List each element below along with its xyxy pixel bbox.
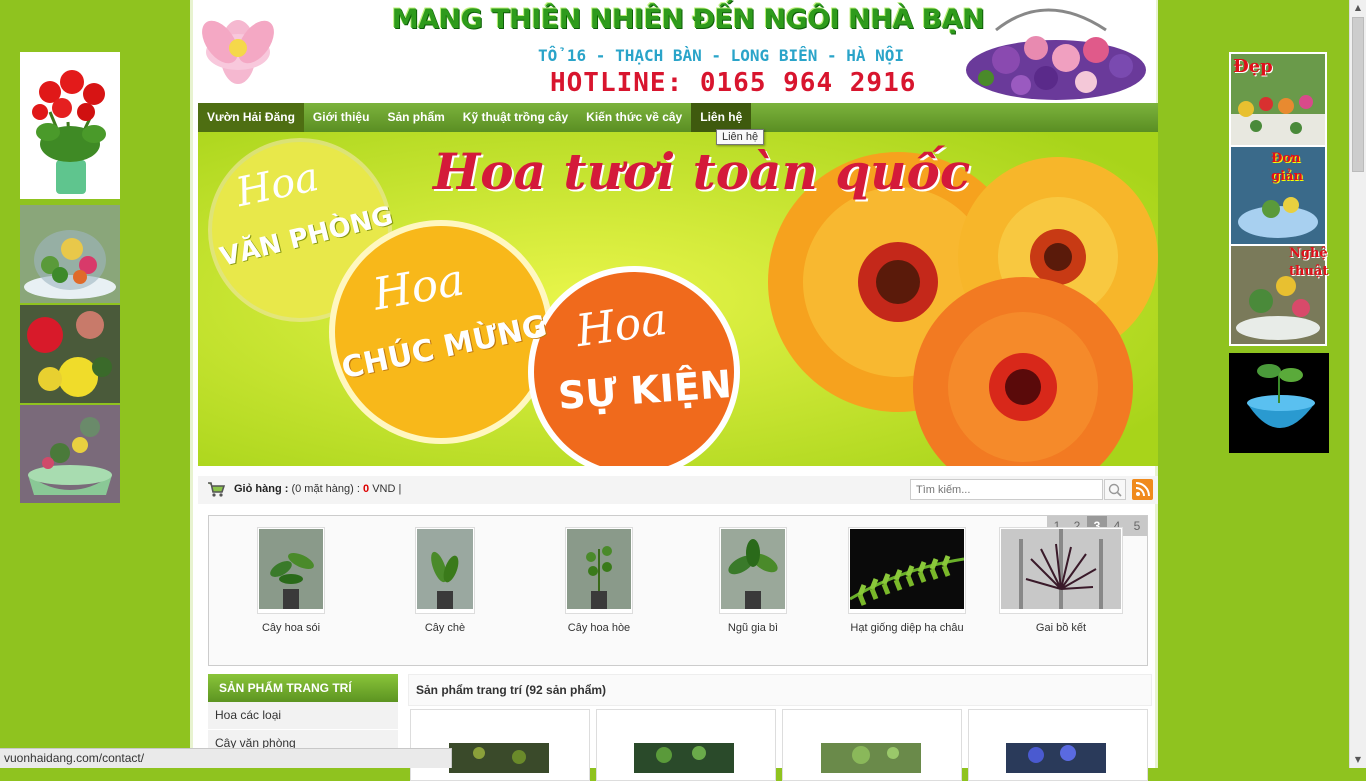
sidebar-item-flowers[interactable]: Hoa các loại <box>208 702 398 730</box>
plant-photo <box>721 529 785 609</box>
nav-plant-knowledge[interactable]: Kiến thức về cây <box>577 103 691 132</box>
scroll-down-arrow-icon[interactable]: ▼ <box>1350 752 1366 768</box>
scroll-up-arrow-icon[interactable]: ▲ <box>1350 0 1366 16</box>
category-sidebar: SẢN PHẨM TRANG TRÍ Hoa các loại Cây văn … <box>208 674 398 758</box>
product-image <box>449 743 549 773</box>
product-thumbnail[interactable] <box>999 527 1123 614</box>
right-ad-nghe-thuat[interactable]: Nghệ thuật <box>1229 246 1329 346</box>
cart-bar: Giỏ hàng : (0 mặt hàng) : 0 VND | <box>198 476 1158 504</box>
right-ad-don-gian[interactable]: Đơn giản <box>1229 147 1327 246</box>
cart-summary[interactable]: Giỏ hàng : (0 mặt hàng) : 0 VND | <box>234 483 401 495</box>
ad-caption-thuat: thuật <box>1289 264 1329 279</box>
site-slogan: MANG THIÊN NHIÊN ĐẾN NGÔI NHÀ BẠN <box>391 4 985 35</box>
browser-status-bar: vuonhaidang.com/contact/ <box>0 748 452 768</box>
product-thumbnail[interactable] <box>415 527 475 614</box>
product-thumbnail[interactable] <box>565 527 633 614</box>
product-image <box>634 743 734 773</box>
scroll-thumb[interactable] <box>1352 17 1364 172</box>
plant-photo <box>259 529 323 609</box>
product-thumbnail[interactable] <box>257 527 325 614</box>
plant-photo <box>567 529 631 609</box>
plant-photo <box>417 529 473 609</box>
ad-caption-dep: Đẹp <box>1233 56 1273 77</box>
nav-products[interactable]: Sản phẩm <box>378 103 453 132</box>
banner-headline: Hoa tươi toàn quốc <box>433 142 971 201</box>
product-name[interactable]: Gai bồ kết <box>986 622 1136 634</box>
plant-photo <box>1001 529 1121 609</box>
cart-amount: 0 <box>363 483 370 495</box>
product-image <box>821 743 921 773</box>
site-header: MANG THIÊN NHIÊN ĐẾN NGÔI NHÀ BẠN TỔ 16 … <box>198 0 1156 103</box>
product-card[interactable] <box>782 709 962 781</box>
ad-caption-don: Đơn <box>1271 151 1301 166</box>
rss-icon <box>1135 482 1150 497</box>
left-ad-geranium[interactable] <box>20 52 120 199</box>
sidebar-title: SẢN PHẨM TRANG TRÍ <box>208 674 398 702</box>
ad-caption-nghe: Nghệ <box>1289 246 1328 261</box>
product-name[interactable]: Hạt giống diệp hạ châu <box>832 622 982 634</box>
left-ad-cactus-3[interactable] <box>20 405 120 503</box>
rss-button[interactable] <box>1132 479 1153 500</box>
carousel-item[interactable]: Ngũ gia bì <box>678 527 828 634</box>
carousel-item[interactable]: Gai bồ kết <box>986 527 1136 634</box>
product-name[interactable]: Ngũ gia bì <box>678 622 828 634</box>
nav-contact[interactable]: Liên hệ <box>691 103 752 132</box>
plant-photo <box>849 529 965 609</box>
product-name[interactable]: Cây hoa hòe <box>524 622 674 634</box>
product-carousel: 1 2 3 4 5 Cây hoa sói Cây chè Cây hoa hò… <box>208 515 1148 666</box>
product-thumbnail[interactable] <box>719 527 787 614</box>
ad-caption-gian: giản <box>1271 169 1303 184</box>
carousel-item[interactable]: Hạt giống diệp hạ châu <box>832 527 982 634</box>
nav-home[interactable]: Vườn Hải Đăng <box>198 103 304 132</box>
product-thumbnail[interactable] <box>848 527 966 614</box>
cactus-garden-image <box>24 230 116 299</box>
carousel-item[interactable]: Cây hoa hòe <box>524 527 674 634</box>
search-button[interactable] <box>1104 479 1126 500</box>
site-hotline: HOTLINE: 0165 964 2916 <box>550 68 917 98</box>
product-card[interactable] <box>968 709 1148 781</box>
product-card[interactable] <box>596 709 776 781</box>
product-image <box>1006 743 1106 773</box>
product-listing-title: Sản phẩm trang trí (92 sản phẩm) <box>408 674 1152 706</box>
right-ad-dep[interactable]: Đẹp <box>1229 52 1327 147</box>
product-name[interactable]: Cây hoa sói <box>216 622 366 634</box>
nav-planting-techniques[interactable]: Kỹ thuật trồng cây <box>454 103 577 132</box>
search-input[interactable] <box>910 479 1103 500</box>
cactus-pot-image <box>28 417 112 495</box>
lotus-logo <box>202 20 274 84</box>
left-ad-cactus-1[interactable] <box>20 205 120 303</box>
left-ad-cactus-2[interactable] <box>20 305 120 403</box>
search-icon <box>1108 483 1122 497</box>
product-card[interactable] <box>410 709 590 781</box>
cart-label: Giỏ hàng : <box>234 483 289 495</box>
carousel-item[interactable]: Cây chè <box>370 527 520 634</box>
nav-tooltip: Liên hệ <box>716 129 765 145</box>
flower-basket-image <box>966 8 1146 100</box>
right-ad-water-plant[interactable] <box>1229 353 1329 453</box>
page-container: MANG THIÊN NHIÊN ĐẾN NGÔI NHÀ BẠN TỔ 16 … <box>190 0 1158 781</box>
hero-banner[interactable]: Hoa tươi toàn quốc Hoa VĂN PHÒNG Hoa CHÚ… <box>198 132 1158 466</box>
shopping-cart-icon[interactable] <box>207 481 225 497</box>
cactus-flowers-image <box>27 311 112 397</box>
site-address: TỔ 16 - THẠCH BÀN - LONG BIÊN - HÀ NỘI <box>538 46 905 65</box>
geranium-image <box>32 70 106 194</box>
carousel-item[interactable]: Cây hoa sói <box>216 527 366 634</box>
cart-count: (0 mặt hàng) : <box>291 483 360 495</box>
product-listing: Sản phẩm trang trí (92 sản phẩm) <box>408 674 1152 781</box>
product-name[interactable]: Cây chè <box>370 622 520 634</box>
water-plant-image <box>1247 364 1315 428</box>
main-nav: Vườn Hải Đăng Giới thiệu Sản phẩm Kỹ thu… <box>198 103 1158 132</box>
nav-about[interactable]: Giới thiệu <box>304 103 379 132</box>
vertical-scrollbar[interactable]: ▲ ▼ <box>1349 0 1366 768</box>
cart-currency: VND | <box>372 483 402 495</box>
